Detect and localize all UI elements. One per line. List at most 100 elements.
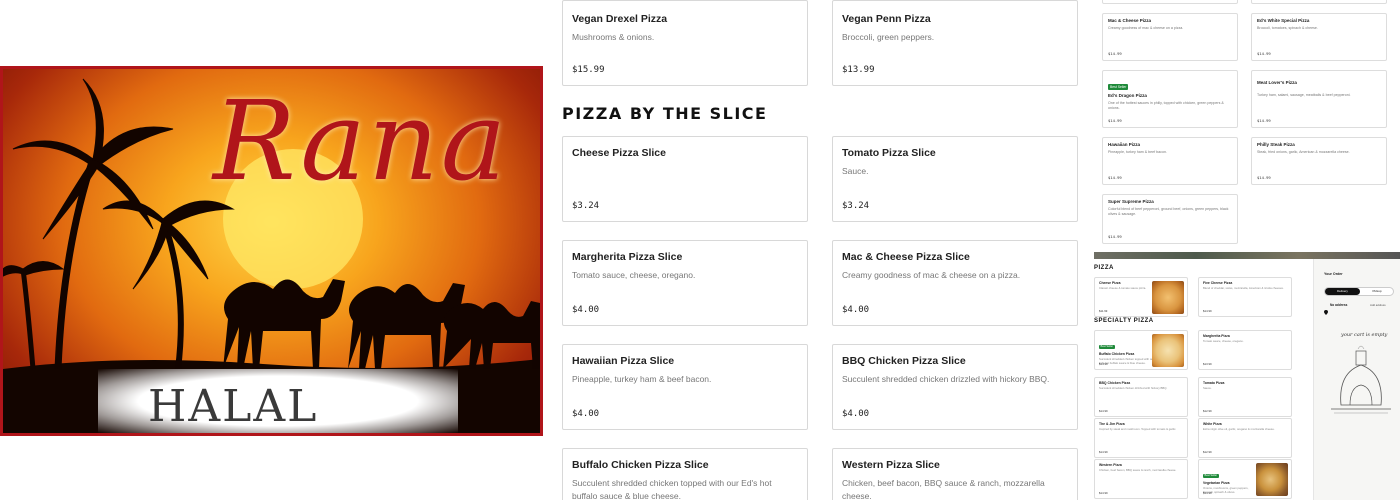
restaurant-logo-text: Rana (213, 77, 509, 205)
menu-item-price: $4.00 (572, 409, 600, 419)
restaurant-hero-image: Rana HALAL CUISINE (0, 66, 543, 436)
mini-card-price: $11.99 (1099, 309, 1108, 313)
mini-card-price: $14.99 (1099, 491, 1108, 495)
best-seller-badge: Best Seller (1099, 344, 1115, 349)
mini-menu-card[interactable]: Western Pizza Chicken, beef bacon, BBQ s… (1094, 459, 1188, 499)
delivery-pickup-toggle[interactable]: Delivery Pickup (1324, 287, 1394, 296)
mini-menu-card[interactable]: Tomato Pizza Sauce. $12.99 (1198, 377, 1292, 417)
mini-card-price: $14.99 (1108, 175, 1122, 180)
specialty-menu-thumbnail: Mac & Cheese Pizza Creamy goodness of ma… (1094, 0, 1400, 250)
mini-menu-card[interactable]: Best Seller Vegetarian Pizza Onions, mus… (1198, 459, 1292, 499)
menu-item-name: Vegan Penn Pizza (842, 13, 931, 25)
mini-menu-card[interactable]: Best Seller Buffalo Chicken Pizza Succul… (1094, 330, 1188, 370)
menu-item-card[interactable]: Western Pizza Slice Chicken, beef bacon,… (832, 448, 1078, 500)
menu-item-card[interactable]: Margherita Pizza Slice Tomato sauce, che… (562, 240, 808, 326)
menu-item-name: Western Pizza Slice (842, 459, 940, 471)
mini-card-top-edge (1251, 0, 1387, 4)
menu-item-description: Creamy goodness of mac & cheese on a piz… (842, 270, 1021, 280)
mini-card-price: $14.99 (1257, 175, 1271, 180)
mini-card-price: $14.99 (1099, 409, 1108, 413)
mini-menu-card[interactable]: Mac & Cheese Pizza Creamy goodness of ma… (1102, 13, 1238, 61)
mini-card-price: $13.99 (1203, 362, 1212, 366)
delivery-option[interactable]: Delivery (1325, 288, 1360, 295)
menu-item-description: Sauce. (842, 166, 869, 176)
mini-card-desc: Broccoli, tomatoes, spinach & cheese. (1257, 26, 1318, 30)
menu-item-price: $15.99 (572, 65, 605, 75)
mini-card-desc: Colorful blend of beef pepperoni, ground… (1108, 207, 1229, 217)
mini-menu-card[interactable]: Super Supreme Pizza Colorful blend of be… (1102, 194, 1238, 244)
menu-item-price: $4.00 (842, 305, 870, 315)
mini-card-name: Ed's Dragon Pizza (1108, 93, 1147, 98)
mini-card-desc: Chicken, beef bacon, BBQ sauce & ranch, … (1099, 468, 1177, 472)
mini-card-price: $12.99 (1203, 409, 1212, 413)
mini-menu-card[interactable]: Hawaiian Pizza Pineapple, turkey ham & b… (1102, 137, 1238, 185)
header-photo-strip (1094, 252, 1400, 259)
menu-item-name: Cheese Pizza Slice (572, 147, 666, 159)
mini-card-name: Western Pizza (1099, 463, 1122, 467)
mini-card-name: Ed's White Special Pizza (1257, 18, 1310, 23)
mini-card-desc: Extra virgin olive oil, garlic, oregano … (1203, 427, 1275, 431)
menu-item-name: Mac & Cheese Pizza Slice (842, 251, 970, 263)
mini-menu-card[interactable]: White Pizza Extra virgin olive oil, garl… (1198, 418, 1292, 458)
mini-card-price: $14.99 (1203, 309, 1212, 313)
mini-card-price: $14.99 (1108, 234, 1122, 239)
mini-menu-card[interactable]: Margherita Pizza Tomato sauce, cheese, o… (1198, 330, 1292, 370)
menu-item-description: Tomato sauce, cheese, oregano. (572, 270, 696, 280)
mini-card-desc: Steak, fried onions, garlic, American & … (1257, 150, 1350, 154)
pizza-thumbnail (1256, 463, 1288, 496)
menu-item-card[interactable]: Hawaiian Pizza Slice Pineapple, turkey h… (562, 344, 808, 430)
best-seller-badge: Best Seller (1203, 473, 1219, 478)
mini-card-name: Hawaiian Pizza (1108, 142, 1141, 147)
location-pin-icon (1324, 302, 1328, 315)
menu-item-price: $3.24 (842, 201, 870, 211)
add-address-link[interactable]: Add address (1370, 303, 1386, 307)
mini-card-name: Philly Steak Pizza (1257, 142, 1295, 147)
mini-card-name: The & Jim Pizza (1099, 422, 1125, 426)
pizza-thumbnail (1152, 334, 1184, 367)
mini-card-desc: Inspired by steak and mushroom. Topped w… (1099, 427, 1177, 431)
mini-card-price: $12.99 (1203, 450, 1212, 454)
menu-item-description: Mushrooms & onions. (572, 32, 655, 42)
menu-item-description: Broccoli, green peppers. (842, 32, 935, 42)
mini-card-price: $14.99 (1108, 118, 1122, 123)
order-panel: Your Order Delivery Pickup No address Ad… (1313, 259, 1400, 500)
pizza-thumbnail (1152, 281, 1184, 314)
mini-menu-card[interactable]: Meat Lover's Pizza Turkey ham, salami, s… (1251, 70, 1387, 128)
empty-cart-message: your cart is empty (1341, 332, 1388, 338)
mini-menu-card[interactable]: Five Cheese Pizza Blend of cheddar, swis… (1198, 277, 1292, 317)
menu-item-card[interactable]: Cheese Pizza Slice $3.24 (562, 136, 808, 222)
menu-list: Vegan Drexel Pizza Mushrooms & onions. $… (562, 0, 1082, 500)
best-seller-badge: Best Seller (1108, 84, 1129, 90)
menu-item-card[interactable]: Buffalo Chicken Pizza Slice Succulent sh… (562, 448, 808, 500)
order-panel-title: Your Order (1324, 272, 1343, 276)
mini-menu-card[interactable]: The & Jim Pizza Inspired by steak and mu… (1094, 418, 1188, 458)
menu-item-card[interactable]: Vegan Drexel Pizza Mushrooms & onions. $… (562, 0, 808, 86)
mini-card-name: Mac & Cheese Pizza (1108, 18, 1152, 23)
mini-card-name: Five Cheese Pizza (1203, 281, 1233, 285)
menu-item-card[interactable]: Mac & Cheese Pizza Slice Creamy goodness… (832, 240, 1078, 326)
pickup-option[interactable]: Pickup (1360, 288, 1394, 295)
mini-card-name: BBQ Chicken Pizza (1099, 381, 1131, 385)
menu-item-card[interactable]: BBQ Chicken Pizza Slice Succulent shredd… (832, 344, 1078, 430)
menu-item-card[interactable]: Tomato Pizza Slice Sauce. $3.24 (832, 136, 1078, 222)
mini-menu-card[interactable]: Cheese Pizza Classic cheese & tomato sau… (1094, 277, 1188, 317)
menu-item-description: Chicken, beef bacon, BBQ sauce & ranch, … (842, 478, 1045, 500)
menu-item-card[interactable]: Vegan Penn Pizza Broccoli, green peppers… (832, 0, 1078, 86)
mini-menu-card[interactable]: Philly Steak Pizza Steak, fried onions, … (1251, 137, 1387, 185)
mini-card-name: Super Supreme Pizza (1108, 199, 1154, 204)
section-title-specialty-pizza: SPECIALTY PIZZA (1094, 318, 1154, 324)
menu-item-price: $4.00 (572, 305, 600, 315)
mini-menu-card[interactable]: Best Seller Ed's Dragon Pizza One of the… (1102, 70, 1238, 128)
mini-menu-card[interactable]: BBQ Chicken Pizza Succulent shredded chi… (1094, 377, 1188, 417)
section-title-pizza-by-the-slice: PIZZA BY THE SLICE (562, 104, 768, 123)
mini-card-desc: Classic cheese & tomato sauce pizza. (1099, 286, 1147, 290)
mini-card-name: White Pizza (1203, 422, 1222, 426)
mini-card-price: $14.99 (1099, 362, 1108, 366)
mini-card-desc: One of the hottest sauces in philly, top… (1108, 101, 1224, 111)
pizza-oven-illustration (1331, 345, 1391, 414)
menu-item-price: $4.00 (842, 409, 870, 419)
mini-card-desc: Turkey ham, salami, sausage, meatballs &… (1257, 93, 1351, 97)
mini-card-name: Margherita Pizza (1203, 334, 1230, 338)
mini-menu-card[interactable]: Ed's White Special Pizza Broccoli, tomat… (1251, 13, 1387, 61)
mini-card-desc: Pineapple, turkey ham & beef bacon. (1108, 150, 1167, 154)
